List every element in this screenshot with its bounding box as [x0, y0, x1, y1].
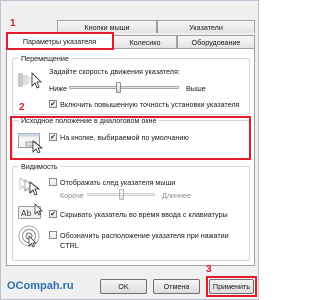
tab-pointer-options[interactable]: Параметры указателя [6, 33, 113, 48]
mouse-properties-dialog: Кнопки мыши Указатели Параметры указател… [0, 0, 259, 300]
show-location-icon [18, 225, 40, 248]
tab-label: Параметры указателя [22, 36, 97, 46]
show-location-checkbox[interactable] [49, 231, 57, 239]
watermark: OCompah.ru [7, 280, 74, 292]
annotation-badge-2: 2 [19, 102, 25, 113]
pointer-trails-label: Отображать след указателя мыши [60, 178, 176, 187]
annotation-badge-3: 3 [206, 264, 212, 275]
snap-to-icon [18, 133, 44, 153]
snap-to-default-label: На кнопке, выбираемой по умолчанию [60, 133, 189, 142]
svg-text:Ab: Ab [21, 209, 32, 218]
show-location-label-line1: Обозначить расположение указателя при на… [60, 231, 229, 240]
pointer-trails-checkbox[interactable] [49, 178, 57, 186]
speed-slider-thumb[interactable] [116, 82, 121, 93]
pointer-speed-icon [18, 72, 42, 89]
tab-label: Указатели [189, 22, 223, 32]
hide-pointer-icon: Ab [18, 203, 43, 219]
trails-short-label: Короче [60, 191, 84, 200]
snap-to-default-checkbox[interactable]: ✔ [49, 133, 57, 141]
hide-pointer-label: Скрывать указатель во время ввода с клав… [60, 210, 228, 219]
pointer-trails-icon [19, 177, 41, 196]
speed-slow-label: Ниже [49, 84, 68, 93]
check-mark-icon: ✔ [50, 133, 56, 141]
tab-label: Кнопки мыши [84, 22, 130, 32]
trails-long-label: Длиннее [162, 191, 192, 200]
trails-slider-thumb[interactable] [119, 189, 124, 200]
apply-button-label: Применить [212, 282, 251, 291]
tab-mouse-buttons[interactable]: Кнопки мыши [57, 20, 157, 33]
tab-hardware[interactable]: Оборудование [177, 35, 255, 48]
cancel-button-label: Отмена [163, 282, 190, 291]
tab-label: Колесико [129, 37, 161, 47]
tab-pointers[interactable]: Указатели [157, 20, 255, 33]
snap-group-title: Исходное положение в диалоговом окне [19, 116, 159, 125]
ok-button-label: OK [118, 282, 129, 291]
speed-label: Задайте скорость движения указателя: [49, 67, 180, 76]
tab-label: Оборудование [191, 37, 241, 47]
speed-fast-label: Выше [186, 84, 206, 93]
ok-button[interactable]: OK [100, 279, 147, 294]
check-mark-icon: ✔ [50, 210, 56, 218]
show-location-label-line2: CTRL [60, 241, 79, 250]
enhance-precision-checkbox[interactable]: ✔ [49, 100, 57, 108]
motion-group-title: Перемещение [19, 54, 71, 63]
annotation-badge-1: 1 [10, 18, 16, 29]
visibility-group-title: Видимость [19, 162, 60, 171]
cancel-button[interactable]: Отмена [153, 279, 200, 294]
check-mark-icon: ✔ [50, 100, 56, 108]
apply-button[interactable]: Применить [209, 279, 254, 294]
tab-panel: Перемещение Задайте скорость движения ук… [6, 48, 255, 266]
enhance-precision-label: Включить повышенную точность установки у… [60, 100, 240, 109]
speed-slider[interactable] [69, 86, 179, 89]
tab-wheel[interactable]: Колесико [113, 35, 177, 48]
hide-pointer-checkbox[interactable]: ✔ [49, 210, 57, 218]
